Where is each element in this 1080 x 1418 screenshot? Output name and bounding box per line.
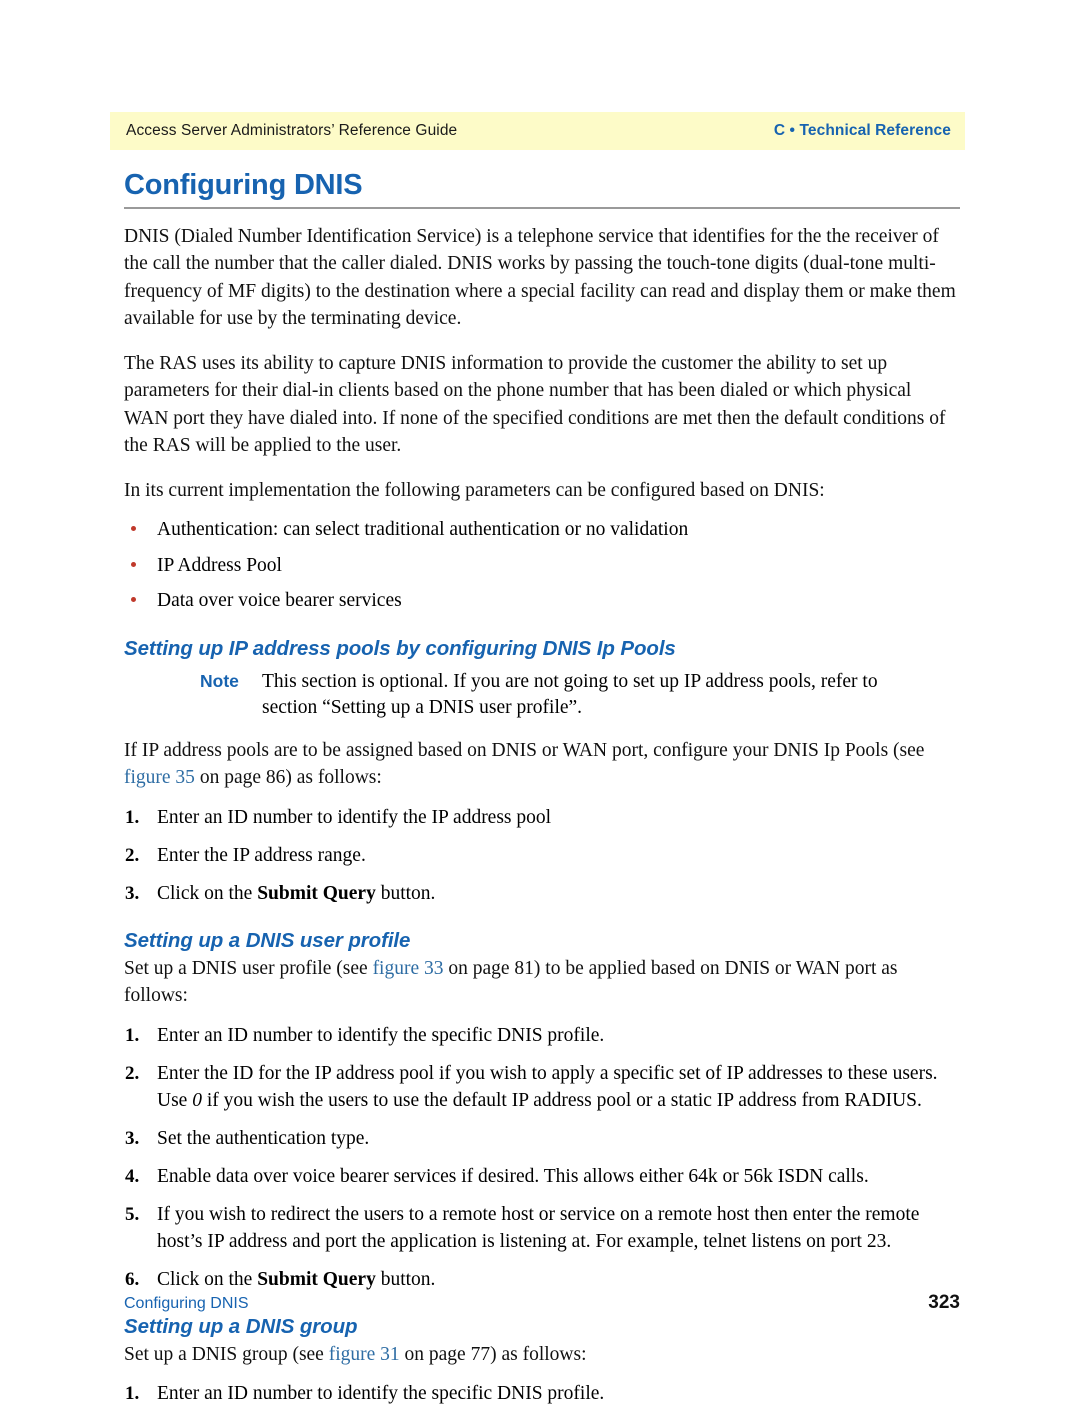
step-text-emphasis: 0 <box>192 1089 202 1111</box>
step-text-before: Click on the <box>157 882 258 904</box>
paragraph-current-implementation: In its current implementation the follow… <box>124 479 825 501</box>
paragraph-group-intro: Set up a DNIS group (see figure 31 on pa… <box>124 1341 960 1369</box>
step-text: Set the authentication type. <box>157 1127 370 1149</box>
step-text-before: Click on the <box>157 1268 258 1290</box>
step-number: 4. <box>125 1165 140 1187</box>
paragraph-intro: DNIS (Dialed Number Identification Servi… <box>124 225 956 330</box>
figure-35-link[interactable]: figure 35 <box>124 767 195 788</box>
list-item: 4. Enable data over voice bearer service… <box>124 1163 960 1190</box>
bullet-dot-icon <box>131 597 136 603</box>
text-before-figure-link: Set up a DNIS group (see <box>124 1343 329 1365</box>
step-number: 1. <box>125 1383 140 1405</box>
list-item: 2. Enter the ID for the IP address pool … <box>124 1060 960 1114</box>
title-divider <box>124 207 960 209</box>
step-text-after: if you wish the users to use the default… <box>201 1089 922 1111</box>
step-text: If you wish to redirect the users to a r… <box>157 1203 920 1252</box>
note-text: This section is optional. If you are not… <box>262 670 878 718</box>
step-number: 1. <box>125 1024 140 1046</box>
step-text-after: button. <box>375 1268 436 1290</box>
figure-33-link[interactable]: figure 33 <box>373 958 444 979</box>
step-text: Enter the IP address range. <box>157 844 366 866</box>
list-item: 1. Enter an ID number to identify the sp… <box>124 1022 960 1049</box>
page-content: Configuring DNIS DNIS (Dialed Number Ide… <box>124 169 960 1418</box>
list-item: IP Address Pool <box>124 552 960 580</box>
list-item: 1. Enter an ID number to identify the sp… <box>124 1380 960 1407</box>
list-item-label: Authentication: can select traditional a… <box>157 519 689 541</box>
list-item: 2. Enter the IP address range. <box>124 842 960 869</box>
step-number: 3. <box>125 1127 140 1149</box>
list-item-label: Data over voice bearer services <box>157 590 402 612</box>
list-item: 1. Enter an ID number to identify the IP… <box>124 804 960 831</box>
paragraph-ras: The RAS uses its ability to capture DNIS… <box>124 352 946 457</box>
page-footer: Configuring DNIS 323 <box>124 1292 960 1314</box>
note-block: Note This section is optional. If you ar… <box>200 669 960 721</box>
text-after-figure-link: on page 77) as follows: <box>399 1343 587 1365</box>
note-label: Note <box>200 670 239 691</box>
page-title: Configuring DNIS <box>124 169 363 201</box>
page-number: 323 <box>928 1292 960 1313</box>
submit-query-button-label: Submit Query <box>257 882 376 904</box>
bullet-dot-icon <box>131 561 136 567</box>
step-number: 3. <box>125 882 140 904</box>
heading-ip-address-pools: Setting up IP address pools by configuri… <box>124 636 676 660</box>
text-before-figure-link: If IP address pools are to be assigned b… <box>124 739 925 761</box>
step-number: 6. <box>125 1268 140 1290</box>
dnis-parameters-list: Authentication: can select traditional a… <box>124 516 960 615</box>
steps-dnis-group: 1. Enter an ID number to identify the sp… <box>124 1380 960 1407</box>
steps-ip-address-pools: 1. Enter an ID number to identify the IP… <box>124 804 960 907</box>
step-text: Enter an ID number to identify the speci… <box>157 1024 605 1046</box>
paragraph-userprofile-intro: Set up a DNIS user profile (see figure 3… <box>124 955 960 1010</box>
figure-31-link[interactable]: figure 31 <box>329 1344 400 1365</box>
steps-dnis-user-profile: 1. Enter an ID number to identify the sp… <box>124 1022 960 1293</box>
running-header: Access Server Administrators’ Reference … <box>110 112 965 150</box>
paragraph-ippools-intro: If IP address pools are to be assigned b… <box>124 737 960 792</box>
step-number: 2. <box>125 844 140 866</box>
step-text: Enable data over voice bearer services i… <box>157 1165 869 1187</box>
footer-section-label: Configuring DNIS <box>124 1295 249 1312</box>
document-page: Access Server Administrators’ Reference … <box>0 0 1080 1404</box>
text-after-figure-link: on page 86) as follows: <box>194 767 382 789</box>
list-item: Authentication: can select traditional a… <box>124 516 960 544</box>
step-text: Enter an ID number to identify the speci… <box>157 1383 605 1405</box>
step-text-after: button. <box>375 882 436 904</box>
step-number: 1. <box>125 806 140 828</box>
submit-query-button-label: Submit Query <box>257 1268 376 1290</box>
header-guide-title: Access Server Administrators’ Reference … <box>126 122 458 139</box>
list-item: 3. Set the authentication type. <box>124 1125 960 1152</box>
text-before-figure-link: Set up a DNIS user profile (see <box>124 957 373 979</box>
list-item-label: IP Address Pool <box>157 554 282 576</box>
list-item: 6. Click on the Submit Query button. <box>124 1266 960 1293</box>
step-number: 2. <box>125 1062 140 1084</box>
step-number: 5. <box>125 1203 140 1225</box>
list-item: 5. If you wish to redirect the users to … <box>124 1201 960 1255</box>
list-item: Data over voice bearer services <box>124 587 960 615</box>
heading-dnis-user-profile: Setting up a DNIS user profile <box>124 928 411 952</box>
list-item: 3. Click on the Submit Query button. <box>124 880 960 907</box>
step-text: Enter an ID number to identify the IP ad… <box>157 806 552 828</box>
bullet-dot-icon <box>131 526 136 532</box>
header-chapter-label: C • Technical Reference <box>773 122 951 139</box>
heading-dnis-group: Setting up a DNIS group <box>124 1314 358 1338</box>
